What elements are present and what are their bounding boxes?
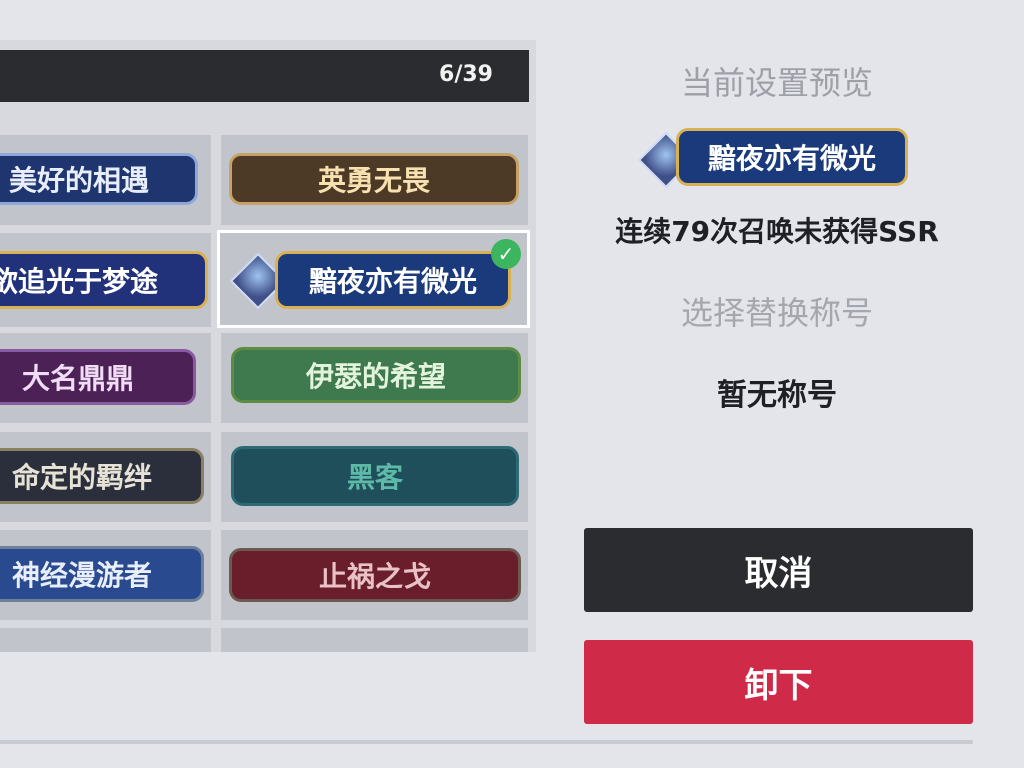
title-cell-halt[interactable]: 止祸之戈 [221,530,528,620]
title-badge-meet: 美好的相遇 [0,153,198,205]
title-cell-wander[interactable]: 神经漫游者 [0,530,211,620]
title-cell-meet[interactable]: 美好的相遇 [0,135,211,225]
title-cell-bond[interactable]: 命定的羁绊 [0,432,211,522]
title-label-hope: 伊瑟的希望 [305,360,446,393]
title-label-brave: 英勇无畏 [317,164,430,197]
unequip-button[interactable]: 卸下 [584,640,973,724]
selected-check-icon: ✓ [491,239,521,269]
title-cell-hacker[interactable]: 黑客 [221,432,528,522]
title-badge-bond: 命定的羁绊 [0,448,204,504]
title-badge-hope: 伊瑟的希望 [231,347,521,403]
title-badge-dark: 黯夜亦有微光 [275,251,511,309]
title-badge-halt: 止祸之戈 [229,548,521,602]
title-label-hacker: 黑客 [346,461,403,494]
title-label-chase: 欲追光于梦途 [0,265,158,298]
title-badge-hacker: 黑客 [231,446,519,506]
preview-badge-label: 黯夜亦有微光 [707,142,876,175]
title-cell-famous[interactable]: 大名鼎鼎 [0,333,211,423]
title-badge-brave: 英勇无畏 [229,153,519,205]
cancel-button[interactable]: 取消 [584,528,973,612]
title-label-famous: 大名鼎鼎 [21,362,134,395]
title-badge-wander: 神经漫游者 [0,546,204,602]
title-badge-chase: 欲追光于梦途 [0,251,208,309]
title-badge-famous: 大名鼎鼎 [0,349,196,405]
title-cell-next-right[interactable] [221,628,528,652]
unequip-button-label: 卸下 [744,665,813,706]
title-cell-chase[interactable]: 欲追光于梦途 [0,233,211,327]
title-label-wander: 神经漫游者 [11,559,152,592]
title-cell-hope[interactable]: 伊瑟的希望 [221,333,528,423]
title-label-meet: 美好的相遇 [8,164,149,197]
bottom-divider [0,740,973,744]
preview-heading: 当前设置预览 [680,64,873,102]
preview-badge: 黯夜亦有微光 [676,128,908,186]
title-label-halt: 止祸之戈 [318,560,431,593]
cancel-button-label: 取消 [744,553,813,594]
title-count: 6/39 [439,62,493,87]
preview-description: 连续79次召唤未获得SSR [615,215,939,248]
preview-badge-wrap: 黯夜亦有微光 [634,118,924,196]
replace-value: 暂无称号 [717,378,837,413]
title-list-panel: 6/39 美好的相遇 英勇无畏 欲追光于梦途 黯夜亦有微光 ✓ 大名鼎鼎 伊瑟的… [0,40,536,652]
title-label-dark: 黯夜亦有微光 [308,265,477,298]
title-label-bond: 命定的羁绊 [11,461,152,494]
replace-heading: 选择替换称号 [680,294,873,332]
title-cell-dark-selected[interactable]: 黯夜亦有微光 ✓ [217,230,530,328]
title-cell-next-left[interactable] [0,628,211,652]
title-cell-brave[interactable]: 英勇无畏 [221,135,528,225]
title-list-header: 6/39 [0,50,529,102]
